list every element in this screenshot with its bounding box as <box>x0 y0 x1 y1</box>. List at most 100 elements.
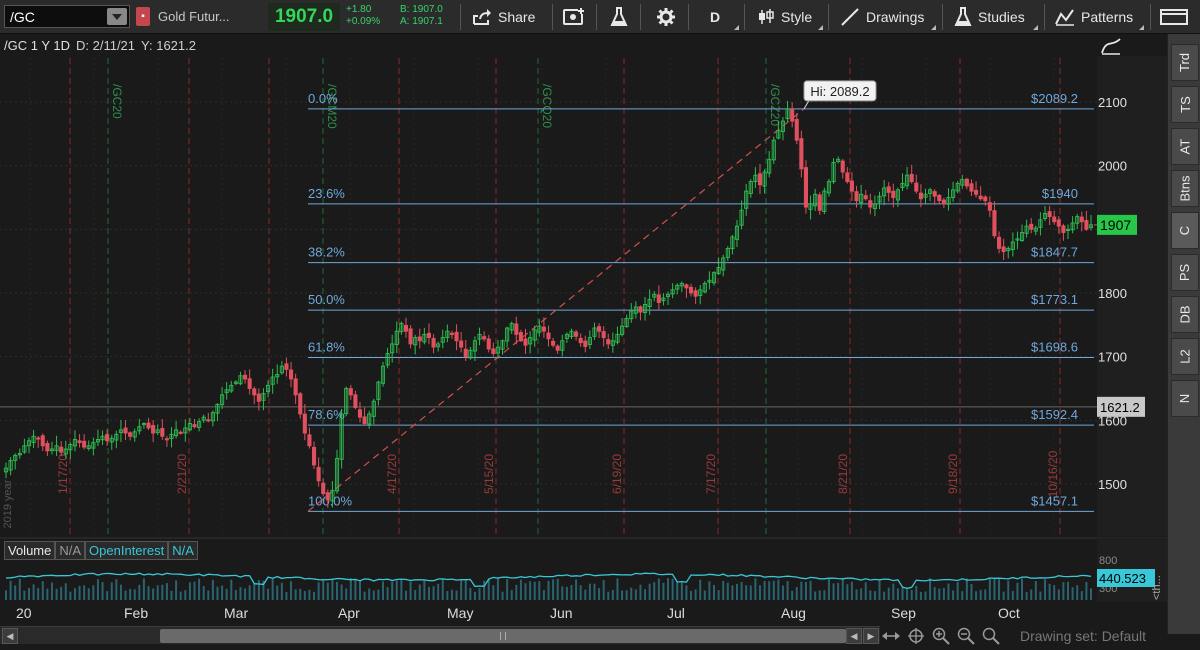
flask-button[interactable] <box>610 0 628 34</box>
candle-body <box>918 192 923 200</box>
symbol-selector[interactable]: /GC <box>4 5 130 28</box>
zoom-fit-icon[interactable] <box>982 627 1000 645</box>
studies-label: Studies <box>978 9 1025 25</box>
fib-percent-label: 100.0% <box>308 493 353 508</box>
right-tab-btns[interactable]: Btns <box>1171 170 1199 207</box>
candle-body <box>348 388 353 396</box>
candle-body <box>403 324 409 332</box>
dropdown-icon[interactable] <box>107 8 127 25</box>
right-tab-label: PS <box>1177 263 1193 282</box>
price-tick: 2100 <box>1098 95 1127 110</box>
right-tab-l2[interactable]: L2 <box>1171 338 1199 375</box>
candle-body <box>597 326 602 332</box>
trend-icon[interactable] <box>1100 37 1122 58</box>
candle-body <box>941 199 946 205</box>
candle-body <box>311 446 317 466</box>
volume-legend: Volume N/A OpenInterest N/A <box>4 540 198 560</box>
candle-body <box>914 182 919 192</box>
month-label: Jul <box>667 605 685 621</box>
candle-body <box>316 466 321 482</box>
change-block: +1.80 +0.09% <box>346 4 380 28</box>
candle-body <box>909 173 914 183</box>
scrollbar-grip <box>500 632 506 640</box>
candle-body <box>151 425 156 434</box>
date-label: 5/15/20 <box>482 454 496 494</box>
patterns-button[interactable]: Patterns <box>1055 0 1133 34</box>
month-label: Sep <box>891 605 916 621</box>
candle-body <box>353 394 358 409</box>
style-icon <box>759 9 774 24</box>
open-interest-label[interactable]: OpenInterest <box>85 540 169 560</box>
candle-body <box>252 388 257 396</box>
scrollbar-thumb[interactable] <box>160 629 846 643</box>
right-tab-ps[interactable]: PS <box>1171 254 1199 291</box>
drawings-button[interactable]: Drawings <box>840 0 924 34</box>
right-tab-c[interactable]: C <box>1171 212 1199 249</box>
share-button[interactable]: Share <box>472 0 535 34</box>
time-scrollbar[interactable]: ◀ ◀ ▶ <box>0 626 880 644</box>
candle-body <box>964 178 969 187</box>
settings-button[interactable] <box>657 0 675 34</box>
fib-price-label: $1698.6 <box>1031 340 1078 355</box>
candle-body <box>417 336 422 342</box>
right-tab-db[interactable]: DB <box>1171 296 1199 333</box>
studies-button[interactable]: Studies <box>954 0 1025 34</box>
candle-body <box>817 194 822 211</box>
right-tab-n[interactable]: N <box>1171 380 1199 417</box>
candle-body <box>321 482 326 495</box>
fib-percent-label: 50.0% <box>308 292 345 307</box>
date-label: 6/19/20 <box>610 454 624 494</box>
right-tab-at[interactable]: AT <box>1171 128 1199 165</box>
right-tab-trd[interactable]: Trd <box>1171 44 1199 81</box>
period-label: D <box>710 9 721 25</box>
candle-body <box>307 434 312 447</box>
main-toolbar: /GC ▪ Gold Futur... 1907.0 +1.80 +0.09% … <box>0 0 1200 34</box>
screenshot-button[interactable] <box>563 0 585 34</box>
candle-body <box>937 194 942 202</box>
volume-label[interactable]: Volume <box>4 540 56 560</box>
bid-ask-block: B: 1907.0 A: 1907.1 <box>400 4 443 28</box>
candle-body <box>362 416 367 424</box>
candle-body <box>656 294 661 304</box>
right-tab-label: DB <box>1177 305 1193 324</box>
scroll-right-icon[interactable]: ▶ <box>863 628 879 644</box>
zoom-out-icon[interactable] <box>957 627 975 645</box>
symbol-link-icon[interactable]: ▪ <box>136 7 150 26</box>
candle-body <box>1047 211 1052 218</box>
period-selector[interactable]: D <box>710 0 720 34</box>
zoom-in-icon[interactable] <box>932 627 950 645</box>
date-label: 7/17/20 <box>704 454 718 494</box>
right-tab-ts[interactable]: TS <box>1171 86 1199 123</box>
candle-body <box>854 191 859 202</box>
candle-body <box>256 393 261 402</box>
candle-body <box>454 331 459 342</box>
candle-body <box>1056 219 1061 227</box>
candle-body <box>574 331 579 337</box>
net-change: +1.80 <box>346 4 372 15</box>
right-tab-label: Btns <box>1177 175 1193 202</box>
crosshair-icon[interactable] <box>907 627 925 645</box>
share-icon <box>473 9 491 25</box>
month-label: Aug <box>781 605 806 621</box>
toolbar-divider <box>596 4 597 30</box>
date-label: 9/18/20 <box>946 454 960 494</box>
candle-body <box>482 336 487 340</box>
toolbar-divider <box>640 4 641 30</box>
layout-button[interactable] <box>1160 0 1190 34</box>
zoom-tools <box>882 626 1000 646</box>
style-button[interactable]: Style <box>757 0 812 34</box>
price-chart[interactable]: 1/17/20 2/21/20 4/17/20 5/15/20 6/19/20 7/17/… <box>0 34 1167 626</box>
scroll-left-icon[interactable]: ◀ <box>2 628 18 644</box>
month-label: Mar <box>224 605 249 621</box>
candle-body <box>523 338 528 346</box>
drawing-set-label[interactable]: Drawing set: Default <box>1020 628 1146 644</box>
candle-body <box>983 196 988 202</box>
fib-price-label: $2089.2 <box>1031 91 1078 106</box>
candle-body <box>431 337 436 348</box>
expand-time-icon[interactable] <box>882 627 900 645</box>
month-label: Jun <box>550 605 573 621</box>
scroll-left-end-icon[interactable]: ◀ <box>846 628 862 644</box>
candle-body <box>247 378 252 389</box>
price-tick: 2000 <box>1098 159 1127 174</box>
contract-label: /GCQ20 <box>540 84 554 128</box>
